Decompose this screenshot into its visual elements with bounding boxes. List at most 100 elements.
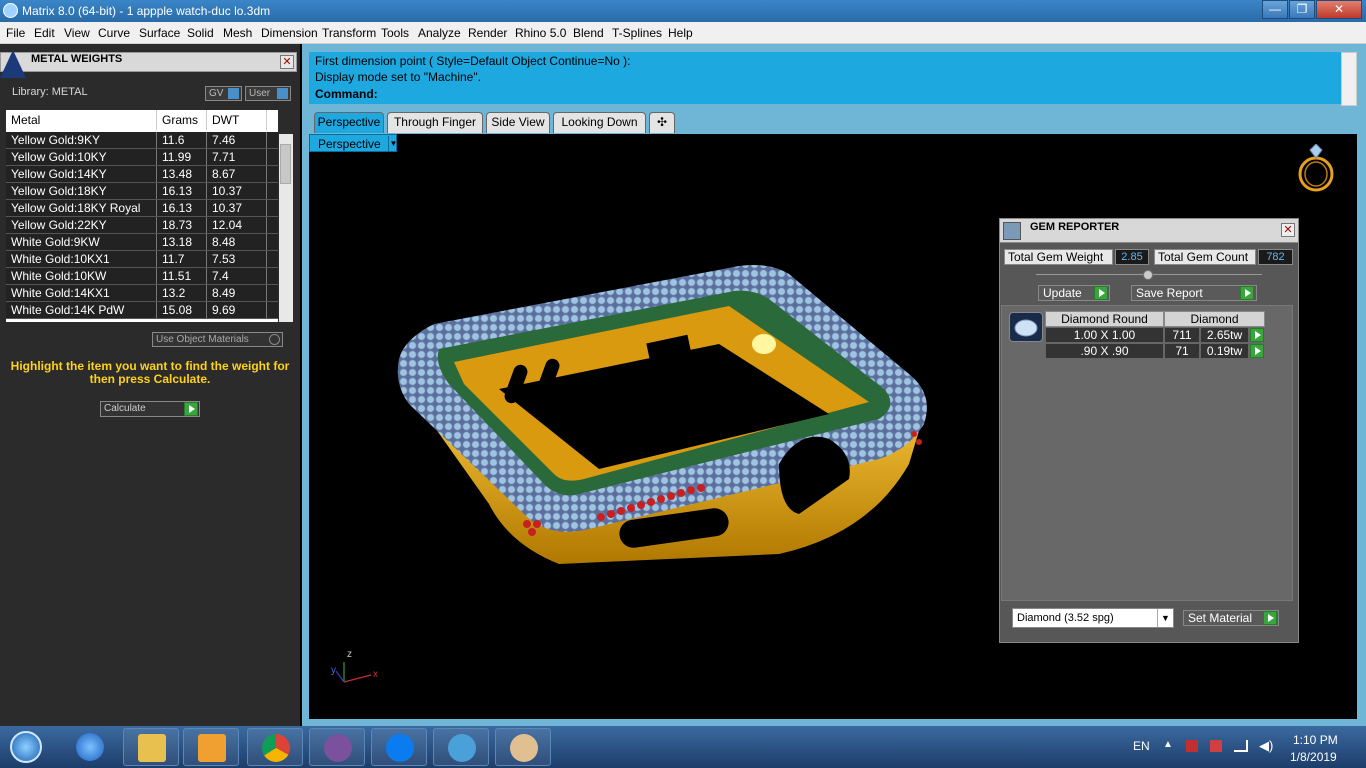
table-row[interactable]: Yellow Gold:14KY 13.48 8.67 bbox=[6, 166, 278, 183]
taskbar-explorer[interactable] bbox=[123, 728, 179, 766]
menu-transform[interactable]: Transform bbox=[322, 26, 376, 40]
menu-solid[interactable]: Solid bbox=[187, 26, 214, 40]
menu-curve[interactable]: Curve bbox=[98, 26, 130, 40]
gem-size-cell[interactable]: 1.00 X 1.00 bbox=[1045, 327, 1164, 343]
table-row[interactable]: White Gold:10KX1 11.7 7.53 bbox=[6, 251, 278, 268]
ring-icon[interactable] bbox=[1294, 144, 1338, 194]
metal-name-cell: Yellow Gold:18KY bbox=[6, 183, 157, 199]
start-button[interactable] bbox=[2, 727, 50, 767]
close-icon[interactable]: ✕ bbox=[1281, 223, 1295, 237]
tab-looking-down[interactable]: Looking Down bbox=[553, 112, 646, 133]
menu-mesh[interactable]: Mesh bbox=[223, 26, 252, 40]
device-icon[interactable] bbox=[1210, 740, 1222, 752]
col-dwt[interactable]: DWT bbox=[207, 110, 267, 130]
update-go-icon[interactable] bbox=[1094, 286, 1108, 300]
menu-file[interactable]: File bbox=[6, 26, 25, 40]
gv-toggle[interactable]: GV bbox=[205, 86, 242, 101]
command-scrollbar[interactable] bbox=[1341, 52, 1357, 106]
menu-blend[interactable]: Blend bbox=[573, 26, 604, 40]
table-row[interactable]: Yellow Gold:18KY Royal 16.13 10.37 bbox=[6, 200, 278, 217]
maximize-button[interactable]: ❐ bbox=[1289, 0, 1315, 19]
menu-rhino[interactable]: Rhino 5.0 bbox=[515, 26, 566, 40]
volume-icon[interactable]: ◀) bbox=[1259, 738, 1273, 754]
user-toggle[interactable]: User bbox=[245, 86, 291, 101]
tab-side-view[interactable]: Side View bbox=[486, 112, 550, 133]
taskbar-zalo[interactable] bbox=[371, 728, 427, 766]
clock-time[interactable]: 1:10 PM bbox=[1293, 733, 1338, 747]
flag-icon[interactable] bbox=[1186, 740, 1198, 752]
use-object-materials-button[interactable]: Use Object Materials bbox=[152, 332, 283, 347]
grams-cell: 13.48 bbox=[157, 166, 207, 182]
table-row[interactable]: Yellow Gold:18KY 16.13 10.37 bbox=[6, 183, 278, 200]
menu-render[interactable]: Render bbox=[468, 26, 507, 40]
gem-count-cell[interactable]: 711 bbox=[1164, 327, 1200, 343]
diamond-round-icon bbox=[1009, 312, 1043, 342]
grams-cell: 18.73 bbox=[157, 217, 207, 233]
set-material-go-icon[interactable] bbox=[1263, 611, 1277, 625]
toggle-icon bbox=[277, 88, 288, 99]
gem-weight-cell[interactable]: 2.65tw bbox=[1200, 327, 1249, 343]
taskbar-paint[interactable] bbox=[495, 728, 551, 766]
gem-weight-cell[interactable]: 0.19tw bbox=[1200, 343, 1249, 359]
taskbar-matrix[interactable] bbox=[433, 728, 489, 766]
metal-name-cell: White Gold:14KX1 bbox=[6, 285, 157, 301]
material-select[interactable]: Diamond (3.52 spg) ▼ bbox=[1012, 608, 1174, 628]
col-grams[interactable]: Grams bbox=[157, 110, 207, 130]
minimize-button[interactable]: — bbox=[1262, 0, 1288, 19]
metal-name-cell: Yellow Gold:9KY bbox=[6, 132, 157, 148]
menu-surface[interactable]: Surface bbox=[139, 26, 180, 40]
table-row[interactable]: White Gold:9KW 13.18 8.48 bbox=[6, 234, 278, 251]
scroll-thumb[interactable] bbox=[280, 144, 291, 184]
col-diamond-round[interactable]: Diamond Round bbox=[1045, 311, 1164, 327]
menu-dimension[interactable]: Dimension bbox=[261, 26, 318, 40]
menu-edit[interactable]: Edit bbox=[34, 26, 55, 40]
row-go-icon[interactable] bbox=[1250, 344, 1264, 358]
chevron-down-icon[interactable]: ▼ bbox=[1157, 609, 1173, 627]
col-metal[interactable]: Metal bbox=[6, 110, 157, 130]
menu-tsplines[interactable]: T-Splines bbox=[612, 26, 662, 40]
table-row[interactable]: White Gold:10KW 11.51 7.4 bbox=[6, 268, 278, 285]
add-tab-button[interactable]: ✣ bbox=[649, 112, 675, 133]
matrix-logo-icon bbox=[0, 50, 26, 78]
gem-size-cell[interactable]: .90 X .90 bbox=[1045, 343, 1164, 359]
title-bar: Matrix 8.0 (64-bit) - 1 appple watch-duc… bbox=[0, 0, 1366, 22]
clock-date[interactable]: 1/8/2019 bbox=[1290, 750, 1337, 764]
menu-view[interactable]: View bbox=[64, 26, 90, 40]
tab-perspective[interactable]: Perspective bbox=[314, 112, 384, 133]
col-diamond[interactable]: Diamond bbox=[1164, 311, 1265, 327]
gem-count-cell[interactable]: 71 bbox=[1164, 343, 1200, 359]
table-row[interactable]: Yellow Gold:10KY 11.99 7.71 bbox=[6, 149, 278, 166]
command-prompt[interactable]: Command: bbox=[315, 87, 378, 101]
menu-tools[interactable]: Tools bbox=[381, 26, 409, 40]
table-row[interactable]: Yellow Gold:9KY 11.6 7.46 bbox=[6, 132, 278, 149]
language-indicator[interactable]: EN bbox=[1133, 739, 1150, 753]
table-row[interactable]: White Gold:14K PdW 15.08 9.69 bbox=[6, 302, 278, 319]
close-button[interactable]: ✕ bbox=[1316, 0, 1362, 19]
menu-analyze[interactable]: Analyze bbox=[418, 26, 461, 40]
row-go-icon[interactable] bbox=[1250, 328, 1264, 342]
calculate-go-icon[interactable] bbox=[184, 402, 198, 416]
close-icon[interactable]: ✕ bbox=[280, 55, 294, 69]
taskbar-viber[interactable] bbox=[309, 728, 365, 766]
taskbar-ie[interactable] bbox=[62, 728, 118, 766]
table-row[interactable]: White Gold:14KX1 13.2 8.49 bbox=[6, 285, 278, 302]
taskbar-chrome[interactable] bbox=[247, 728, 303, 766]
axis-x-label: x bbox=[373, 669, 378, 680]
show-hidden-icons-icon[interactable]: ▲ bbox=[1163, 739, 1173, 750]
dwt-cell: 7.71 bbox=[207, 149, 267, 165]
taskbar-media[interactable] bbox=[183, 728, 239, 766]
menu-help[interactable]: Help bbox=[668, 26, 693, 40]
network-icon[interactable] bbox=[1234, 740, 1248, 752]
ie-icon bbox=[76, 733, 104, 761]
tab-through-finger[interactable]: Through Finger bbox=[387, 112, 483, 133]
table-row[interactable]: Yellow Gold:22KY 18.73 12.04 bbox=[6, 217, 278, 234]
save-report-label: Save Report bbox=[1136, 286, 1203, 300]
save-report-button[interactable]: Save Report bbox=[1131, 285, 1257, 301]
save-report-go-icon[interactable] bbox=[1240, 286, 1254, 300]
chrome-icon bbox=[262, 734, 290, 762]
grams-cell: 16.13 bbox=[157, 200, 207, 216]
dwt-cell: 8.49 bbox=[207, 285, 267, 301]
splitter-handle[interactable] bbox=[1143, 270, 1153, 280]
grams-cell: 13.18 bbox=[157, 234, 207, 250]
metal-table-scrollbar[interactable] bbox=[279, 134, 293, 322]
